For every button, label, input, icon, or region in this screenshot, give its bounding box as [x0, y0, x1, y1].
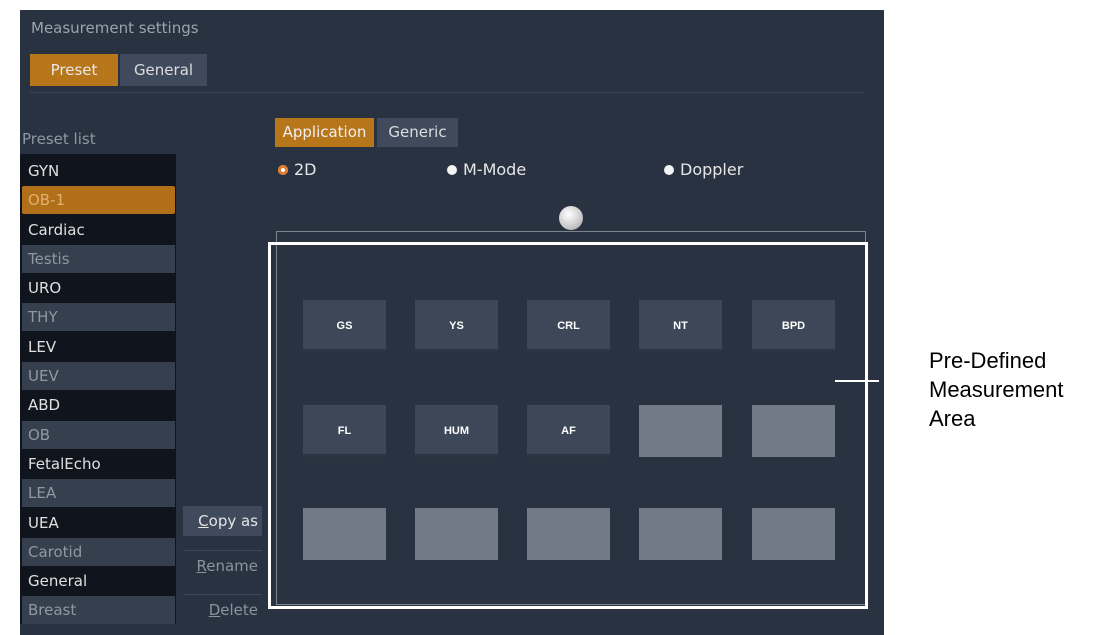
- callout-label: Pre-Defined Measurement Area: [929, 346, 1064, 433]
- delete-label: elete: [220, 601, 258, 619]
- radio-icon: [447, 164, 457, 175]
- measurement-settings-panel: Measurement settings Preset General Pres…: [20, 10, 884, 635]
- preset-item-general[interactable]: General: [22, 567, 175, 595]
- subtab-application[interactable]: Application: [275, 118, 374, 147]
- divider: [30, 92, 863, 93]
- preset-item-thy[interactable]: THY: [22, 303, 175, 331]
- preset-item-gyn[interactable]: GYN: [22, 157, 175, 185]
- rename-button[interactable]: Rename: [183, 550, 262, 580]
- copy-as-label: opy as: [208, 512, 258, 530]
- preset-item-abd[interactable]: ABD: [22, 391, 175, 419]
- radio-m-mode[interactable]: M-Mode: [447, 160, 526, 179]
- subtab-generic[interactable]: Generic: [377, 118, 458, 147]
- preset-item-uea[interactable]: UEA: [22, 509, 175, 537]
- preset-list-label: Preset list: [22, 130, 96, 148]
- radio-doppler[interactable]: Doppler: [664, 160, 743, 179]
- preset-item-uro[interactable]: URO: [22, 274, 175, 302]
- radio-2d-label: 2D: [294, 160, 317, 179]
- rename-label: ename: [206, 557, 258, 575]
- radio-icon: [664, 164, 674, 175]
- tab-general[interactable]: General: [120, 54, 207, 86]
- predefined-measurement-area-highlight: [268, 242, 868, 609]
- preset-item-ob[interactable]: OB: [22, 421, 175, 449]
- preset-list[interactable]: GYN OB-1 Cardiac Testis URO THY LEV UEV …: [20, 154, 176, 624]
- radio-selected-icon: [278, 164, 288, 175]
- copy-as-button[interactable]: Copy as: [183, 506, 262, 536]
- trackball-cursor-icon[interactable]: [559, 206, 583, 230]
- radio-2d[interactable]: 2D: [278, 160, 317, 179]
- delete-button[interactable]: Delete: [183, 594, 262, 624]
- preset-item-lea[interactable]: LEA: [22, 479, 175, 507]
- preset-item-breast[interactable]: Breast: [22, 596, 175, 624]
- preset-item-fetalecho[interactable]: FetalEcho: [22, 450, 175, 478]
- rename-mnemonic: R: [196, 557, 207, 575]
- preset-item-carotid[interactable]: Carotid: [22, 538, 175, 566]
- copy-as-mnemonic: C: [198, 512, 209, 530]
- callout-line-2: Measurement: [929, 377, 1064, 402]
- callout-line: [835, 380, 879, 382]
- preset-item-uev[interactable]: UEV: [22, 362, 175, 390]
- preset-item-cardiac[interactable]: Cardiac: [22, 216, 175, 244]
- tab-preset[interactable]: Preset: [30, 54, 118, 86]
- preset-item-ob-1[interactable]: OB-1: [22, 186, 175, 214]
- callout-line-3: Area: [929, 406, 976, 431]
- radio-doppler-label: Doppler: [680, 160, 744, 179]
- radio-m-mode-label: M-Mode: [463, 160, 527, 179]
- delete-mnemonic: D: [208, 601, 221, 619]
- preset-item-lev[interactable]: LEV: [22, 333, 175, 361]
- preset-item-testis[interactable]: Testis: [22, 245, 175, 273]
- callout-line-1: Pre-Defined: [929, 348, 1047, 373]
- panel-title: Measurement settings: [31, 19, 199, 37]
